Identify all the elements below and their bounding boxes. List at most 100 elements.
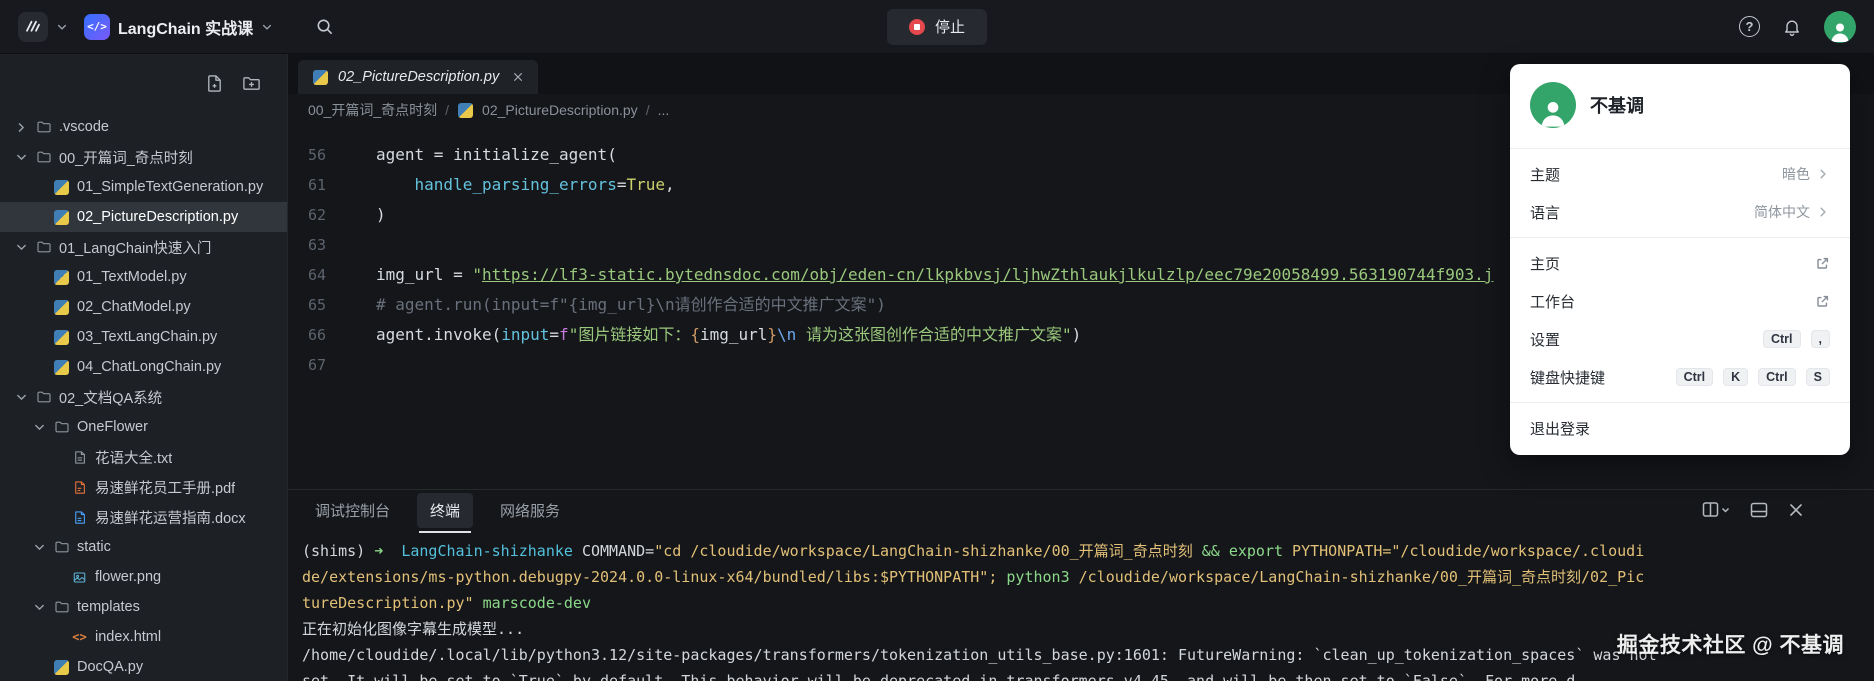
line-number: 56: [288, 140, 352, 170]
tree-item[interactable]: OneFlower: [0, 412, 287, 442]
chevron-down-icon[interactable]: [14, 391, 28, 404]
line-number: 67: [288, 350, 352, 380]
tree-item[interactable]: 03_TextLangChain.py: [0, 322, 287, 352]
file-explorer: .vscode 00_开篇词_奇点时刻 01_SimpleTextGeneratio…: [0, 54, 288, 681]
file-label: 01_LangChain快速入门: [59, 237, 211, 258]
file-label: OneFlower: [77, 419, 148, 435]
file-label: .vscode: [59, 119, 109, 135]
breadcrumb-item[interactable]: 02_PictureDescription.py: [482, 102, 638, 118]
tree-item[interactable]: 04_ChatLongChain.py: [0, 352, 287, 382]
docx-icon: [71, 510, 88, 525]
key-badge: Ctrl: [1763, 330, 1801, 348]
menu-item-extra: [1815, 256, 1830, 271]
menu-item-label: 键盘快捷键: [1530, 367, 1605, 388]
python-icon: [312, 70, 329, 85]
code-text: [352, 230, 376, 260]
key-badge: S: [1806, 368, 1830, 386]
menu-item-label: 主页: [1530, 253, 1560, 274]
menu-item-设置[interactable]: 设置 Ctrl,: [1510, 320, 1850, 358]
chevron-down-icon[interactable]: [32, 601, 46, 614]
panel-tab-调试控制台[interactable]: 调试控制台: [302, 493, 403, 528]
panel-tabbar: 调试控制台终端网络服务: [288, 490, 1874, 530]
menu-item-label: 设置: [1530, 329, 1560, 350]
project-switcher[interactable]: </> LangChain 实战课: [84, 14, 273, 40]
tree-item[interactable]: .vscode: [0, 112, 287, 142]
menu-item-主题[interactable]: 主题暗色: [1510, 155, 1850, 193]
panel-actions: [1702, 501, 1874, 519]
breadcrumb-separator: /: [445, 102, 449, 118]
chevron-right-icon[interactable]: [14, 121, 28, 134]
menu-item-label: 语言: [1530, 202, 1560, 223]
menu-item-工作台[interactable]: 工作台: [1510, 282, 1850, 320]
key-badge: Ctrl: [1676, 368, 1714, 386]
breadcrumb-item[interactable]: 00_开篇词_奇点时刻: [308, 100, 437, 120]
tree-item[interactable]: static: [0, 532, 287, 562]
menu-item-语言[interactable]: 语言 简体中文: [1510, 193, 1850, 231]
workspace-switcher[interactable]: [18, 12, 68, 42]
chevron-down-icon[interactable]: [32, 541, 46, 554]
tree-item[interactable]: 00_开篇词_奇点时刻: [0, 142, 287, 172]
file-label: 00_开篇词_奇点时刻: [59, 147, 193, 168]
tree-item[interactable]: 01_LangChain快速入门: [0, 232, 287, 262]
tree-item[interactable]: 花语大全.txt: [0, 442, 287, 472]
file-label: 花语大全.txt: [95, 447, 172, 468]
project-name: LangChain 实战课: [118, 15, 253, 39]
tab-title: 02_PictureDescription.py: [338, 69, 499, 85]
code-text: agent.invoke(input=f"图片链接如下：{img_url}\n …: [352, 320, 1081, 350]
menu-item-extra: 简体中文: [1754, 202, 1830, 222]
new-file-icon[interactable]: [205, 74, 224, 93]
menu-divider: [1510, 237, 1850, 238]
app-root: </> LangChain 实战课 停止 ?: [0, 0, 1874, 681]
line-number: 65: [288, 290, 352, 320]
panel-tab-终端[interactable]: 终端: [417, 493, 473, 528]
tree-item[interactable]: 02_PictureDescription.py: [0, 202, 287, 232]
menu-item-主页[interactable]: 主页: [1510, 244, 1850, 282]
new-folder-icon[interactable]: [242, 74, 261, 93]
editor-tab[interactable]: 02_PictureDescription.py: [298, 60, 538, 94]
tree-item[interactable]: 易速鲜花运营指南.docx: [0, 502, 287, 532]
menu-item-退出登录[interactable]: 退出登录: [1510, 409, 1850, 447]
file-tree: .vscode 00_开篇词_奇点时刻 01_SimpleTextGeneratio…: [0, 112, 287, 681]
panel-tab-网络服务[interactable]: 网络服务: [487, 493, 573, 528]
line-number: 64: [288, 260, 352, 290]
tree-item[interactable]: templates: [0, 592, 287, 622]
split-terminal-icon[interactable]: [1702, 501, 1730, 519]
menu-item-value: 暗色: [1782, 164, 1810, 184]
tree-item[interactable]: <>index.html: [0, 622, 287, 652]
stop-button[interactable]: 停止: [887, 9, 987, 45]
tree-item[interactable]: flower.png: [0, 562, 287, 592]
stop-icon: [909, 19, 925, 35]
pdf-icon: [71, 480, 88, 495]
terminal-line: set. It will be set to `True` by default…: [302, 668, 1874, 681]
chevron-down-icon[interactable]: [14, 241, 28, 254]
tree-item[interactable]: 02_ChatModel.py: [0, 292, 287, 322]
tree-item[interactable]: 01_SimpleTextGeneration.py: [0, 172, 287, 202]
panel-layout-icon[interactable]: [1750, 501, 1768, 519]
user-menu-header: 不基调: [1510, 64, 1850, 142]
topbar-right-actions: ?: [1739, 11, 1856, 43]
file-label: 01_TextModel.py: [77, 269, 187, 285]
search-icon[interactable]: [315, 17, 334, 36]
tree-item[interactable]: 01_TextModel.py: [0, 262, 287, 292]
user-avatar[interactable]: [1824, 11, 1856, 43]
tree-item[interactable]: DocQA.py: [0, 652, 287, 681]
breadcrumb-item[interactable]: ...: [658, 102, 670, 118]
terminal-line: tureDescription.py" marscode-dev: [302, 590, 1874, 616]
tree-item[interactable]: 易速鲜花员工手册.pdf: [0, 472, 287, 502]
notifications-icon[interactable]: [1782, 17, 1802, 37]
close-icon[interactable]: [512, 71, 524, 83]
file-label: 01_SimpleTextGeneration.py: [77, 179, 263, 195]
python-icon: [457, 103, 474, 118]
close-panel-icon[interactable]: [1788, 502, 1804, 518]
ide-logo-icon: [18, 12, 48, 42]
chevron-down-icon: [56, 21, 68, 33]
tree-item[interactable]: 02_文档QA系统: [0, 382, 287, 412]
chevron-down-icon[interactable]: [32, 421, 46, 434]
help-icon[interactable]: ?: [1739, 16, 1760, 37]
txt-icon: [71, 450, 88, 465]
key-badge: ,: [1811, 330, 1830, 348]
file-label: flower.png: [95, 569, 161, 585]
chevron-down-icon[interactable]: [14, 151, 28, 164]
menu-item-键盘快捷键[interactable]: 键盘快捷键CtrlKCtrlS: [1510, 358, 1850, 396]
folder-icon: [35, 119, 52, 135]
